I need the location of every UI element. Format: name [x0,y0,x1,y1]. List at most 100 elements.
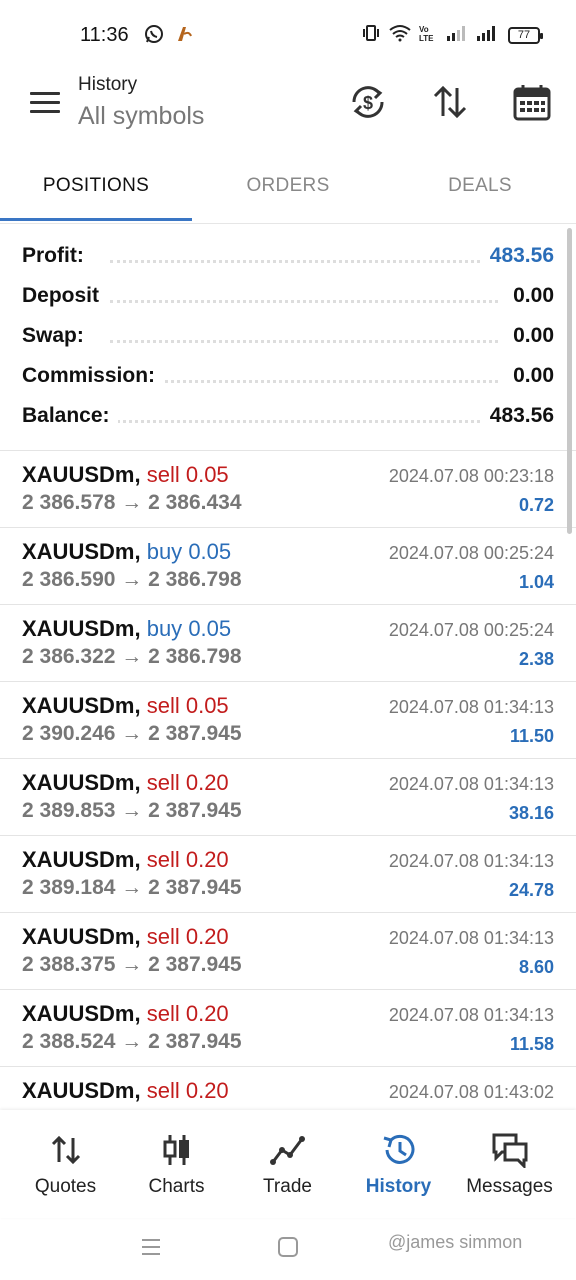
position-volume: 0.05 [185,693,229,718]
position-side: sell [146,693,180,718]
battery-icon: 77 [508,27,543,44]
svg-text:LTE: LTE [419,34,434,42]
position-prices: 2 386.322 → 2 386.798 [22,645,242,668]
position-prices: 2 389.853 → 2 387.945 [22,799,242,822]
tab-orders[interactable]: ORDERS [192,156,384,218]
list-item[interactable]: XAUUSDm, sell 0.20 2024.07.08 01:43:02 [0,1067,576,1111]
list-item[interactable]: XAUUSDm, buy 0.05 2 386.322 → 2 386.798 … [0,605,576,682]
position-side: sell [146,462,180,487]
app-notification-icon [174,24,194,49]
positions-list[interactable]: XAUUSDm, sell 0.05 2 386.578 → 2 386.434… [0,451,576,1111]
position-side: sell [146,1078,180,1103]
summary-row-balance: Balance: 483.56 [0,396,576,436]
list-item[interactable]: XAUUSDm, sell 0.20 2 388.375 → 2 387.945… [0,913,576,990]
dot-leader [110,380,498,383]
position-volume: 0.20 [185,1001,229,1026]
nav-label: Messages [466,1176,553,1197]
position-volume: 0.05 [188,616,232,641]
history-icon [380,1132,418,1168]
position-datetime: 2024.07.08 00:23:18 [388,466,554,486]
position-prices: 2 388.375 → 2 387.945 [22,953,242,976]
position-symbol: XAUUSDm, [22,693,141,718]
position-profit: 2.38 [518,649,554,669]
position-side: buy [146,539,183,564]
calendar-icon[interactable] [512,82,552,122]
list-item[interactable]: XAUUSDm, sell 0.05 2 386.578 → 2 386.434… [0,451,576,528]
list-item[interactable]: XAUUSDm, buy 0.05 2 386.590 → 2 386.798 … [0,528,576,605]
position-symbol: XAUUSDm, [22,539,141,564]
list-item[interactable]: XAUUSDm, sell 0.20 2 389.853 → 2 387.945… [0,759,576,836]
summary-label: Deposit [22,284,108,308]
position-side: sell [146,847,180,872]
tab-positions[interactable]: POSITIONS [0,156,192,218]
position-symbol: XAUUSDm, [22,770,141,795]
nav-item-trade[interactable]: Trade [230,1132,345,1198]
signal-icon [446,24,468,47]
tab-deals[interactable]: DEALS [384,156,576,218]
tab-indicator [0,218,192,221]
position-datetime: 2024.07.08 01:34:13 [388,851,554,871]
dot-leader [110,420,498,423]
nav-item-messages[interactable]: Messages [452,1132,567,1198]
position-profit: 11.50 [509,726,554,746]
quotes-icon [47,1132,85,1168]
watermark: @james simmon [388,1232,523,1252]
list-item[interactable]: XAUUSDm, sell 0.20 2 388.524 → 2 387.945… [0,990,576,1067]
nav-label: Trade [263,1176,312,1197]
position-profit: 1.04 [518,572,554,592]
summary-label: Profit: [22,244,92,268]
nav-item-quotes[interactable]: Quotes [8,1132,123,1198]
svg-text:Vo: Vo [419,25,429,34]
position-datetime: 2024.07.08 01:43:02 [388,1082,554,1102]
position-symbol: XAUUSDm, [22,924,141,949]
nav-item-charts[interactable]: Charts [119,1132,234,1198]
position-volume: 0.20 [185,1078,229,1103]
history-tabs: POSITIONS ORDERS DEALS [0,156,576,224]
menu-icon[interactable] [30,92,60,114]
position-prices: 2 386.590 → 2 386.798 [22,568,242,591]
home-icon[interactable] [277,1236,299,1263]
recent-apps-icon[interactable] [140,1236,162,1263]
nav-item-history[interactable]: History [341,1132,456,1198]
summary-label: Commission: [22,364,164,388]
position-prices: 2 388.524 → 2 387.945 [22,1030,242,1053]
position-symbol: XAUUSDm, [22,616,141,641]
nav-label: Charts [148,1176,205,1197]
position-datetime: 2024.07.08 01:34:13 [388,774,554,794]
position-datetime: 2024.07.08 01:34:13 [388,928,554,948]
messages-icon [491,1132,529,1170]
currency-exchange-icon[interactable]: $ [348,82,388,122]
whatsapp-icon [144,24,164,49]
app-bar: History All symbols $ [0,70,576,156]
sort-icon[interactable] [430,82,470,122]
position-profit: 11.58 [509,1034,554,1054]
list-item[interactable]: XAUUSDm, sell 0.05 2 390.246 → 2 387.945… [0,682,576,759]
dot-leader [110,260,498,263]
position-prices: 2 389.184 → 2 387.945 [22,876,242,899]
summary-row-deposit: Deposit 0.00 [0,276,576,316]
position-symbol: XAUUSDm, [22,847,141,872]
list-item[interactable]: XAUUSDm, sell 0.20 2 389.184 → 2 387.945… [0,836,576,913]
position-side: sell [146,770,180,795]
position-datetime: 2024.07.08 00:25:24 [388,543,554,563]
scrollbar[interactable] [567,228,572,534]
position-symbol: XAUUSDm, [22,1001,141,1026]
position-side: buy [146,616,183,641]
bottom-nav: Quotes Charts Trade History Messages [0,1110,576,1218]
summary-value: 0.00 [505,324,554,348]
page-title[interactable]: All symbols [78,102,204,131]
dot-leader [110,340,498,343]
position-datetime: 2024.07.08 01:34:13 [388,697,554,717]
signal-icon [476,24,498,47]
volte-icon: Vo LTE [418,24,440,44]
nav-label: Quotes [34,1176,97,1197]
summary-label: Balance: [22,404,118,428]
summary-row-swap: Swap: 0.00 [0,316,576,356]
candlestick-icon [158,1132,196,1168]
summary-row-profit: Profit: 483.56 [0,236,576,276]
page-subtitle: History [78,74,138,95]
wifi-icon [389,24,411,47]
position-volume: 0.20 [185,770,229,795]
status-bar: 11:36 Vo LTE 77 [0,0,576,70]
position-volume: 0.05 [185,462,229,487]
